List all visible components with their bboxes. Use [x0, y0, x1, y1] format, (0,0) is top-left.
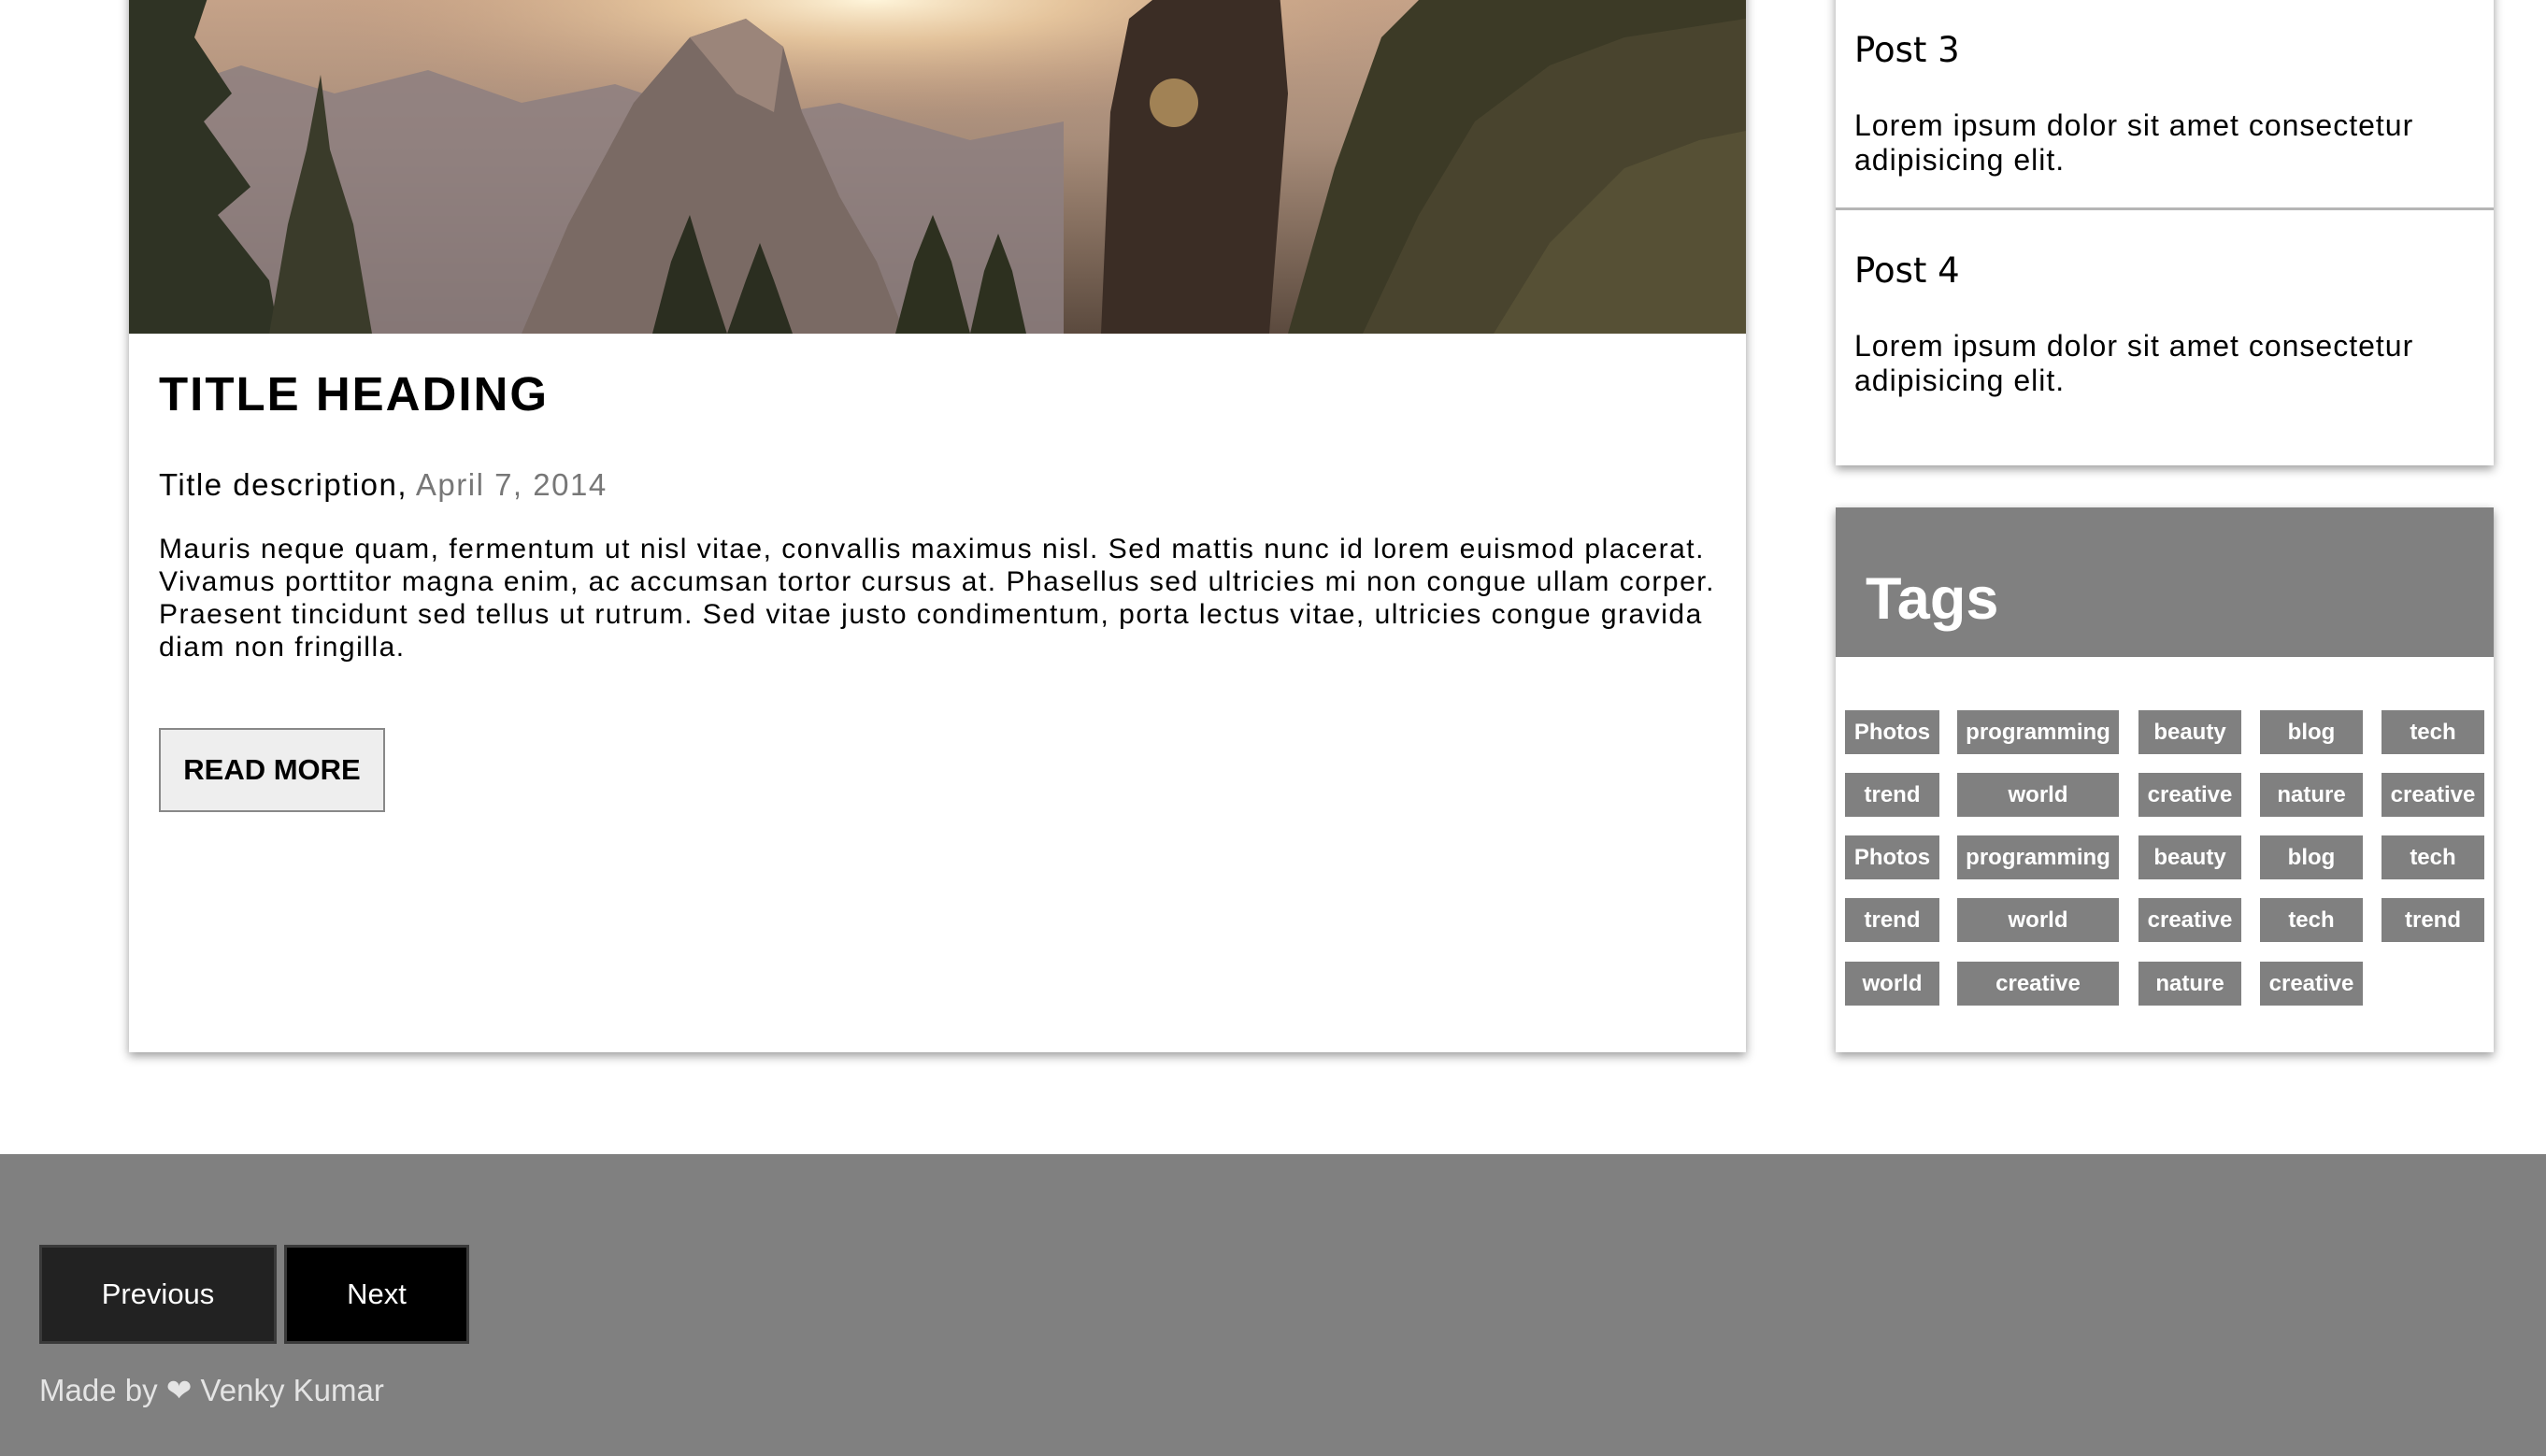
tag-chip[interactable]: tech — [2382, 835, 2484, 879]
tag-chip[interactable]: Photos — [1845, 710, 1939, 754]
post-title: Post 4 — [1854, 250, 1960, 291]
tag-chip[interactable]: creative — [1957, 962, 2119, 1006]
tag-chip[interactable]: programming — [1957, 835, 2119, 879]
tag-chip[interactable]: Photos — [1845, 835, 1939, 879]
next-button[interactable]: Next — [284, 1245, 469, 1344]
tag-chip[interactable]: trend — [1845, 898, 1939, 942]
read-more-button[interactable]: READ MORE — [159, 728, 385, 812]
post-divider — [1836, 207, 2494, 210]
tags-card: Tags Photos programming beauty blog tech tren… — [1836, 507, 2494, 1052]
tag-chip[interactable]: creative — [2382, 773, 2484, 817]
tag-chip[interactable]: world — [1957, 773, 2119, 817]
article-subtitle: Title description, April 7, 2014 — [159, 467, 608, 503]
footer: Previous Next Made by ❤ Venky Kumar — [0, 1154, 2546, 1456]
article-title: TITLE HEADING — [159, 367, 549, 421]
tag-chip[interactable]: blog — [2260, 835, 2363, 879]
tags-header: Tags — [1836, 507, 2494, 657]
tag-chip[interactable]: programming — [1957, 710, 2119, 754]
tag-chip[interactable]: tech — [2260, 898, 2363, 942]
article-description: Title description, — [159, 467, 416, 502]
tag-chip[interactable]: world — [1957, 898, 2119, 942]
tag-chip[interactable]: creative — [2138, 898, 2241, 942]
tag-chip[interactable]: creative — [2260, 962, 2363, 1006]
tag-chip[interactable]: beauty — [2138, 835, 2241, 879]
article-date: April 7, 2014 — [415, 467, 608, 502]
tag-chip[interactable]: blog — [2260, 710, 2363, 754]
tags-title: Tags — [1866, 566, 1999, 632]
tag-chip[interactable]: nature — [2260, 773, 2363, 817]
post-excerpt: Lorem ipsum dolor sit amet consectetur a… — [1854, 329, 2414, 397]
footer-credit: Made by ❤ Venky Kumar — [39, 1373, 384, 1407]
tag-chip[interactable]: trend — [2382, 898, 2484, 942]
article-card: TITLE HEADING Title description, April 7… — [129, 0, 1746, 1052]
hero-image — [129, 0, 1746, 334]
article-body: Mauris neque quam, fermentum ut nisl vit… — [159, 534, 1715, 663]
tag-chip[interactable]: tech — [2382, 710, 2484, 754]
post-excerpt: Lorem ipsum dolor sit amet consectetur a… — [1854, 108, 2414, 177]
tag-chip[interactable]: nature — [2138, 962, 2241, 1006]
recent-posts-card: Post 3 Lorem ipsum dolor sit amet consec… — [1836, 0, 2494, 465]
tag-chip[interactable]: beauty — [2138, 710, 2241, 754]
tag-chip[interactable]: creative — [2138, 773, 2241, 817]
post-title: Post 3 — [1854, 30, 1960, 70]
tag-chip[interactable]: trend — [1845, 773, 1939, 817]
previous-button[interactable]: Previous — [39, 1245, 277, 1344]
tag-chip[interactable]: world — [1845, 962, 1939, 1006]
